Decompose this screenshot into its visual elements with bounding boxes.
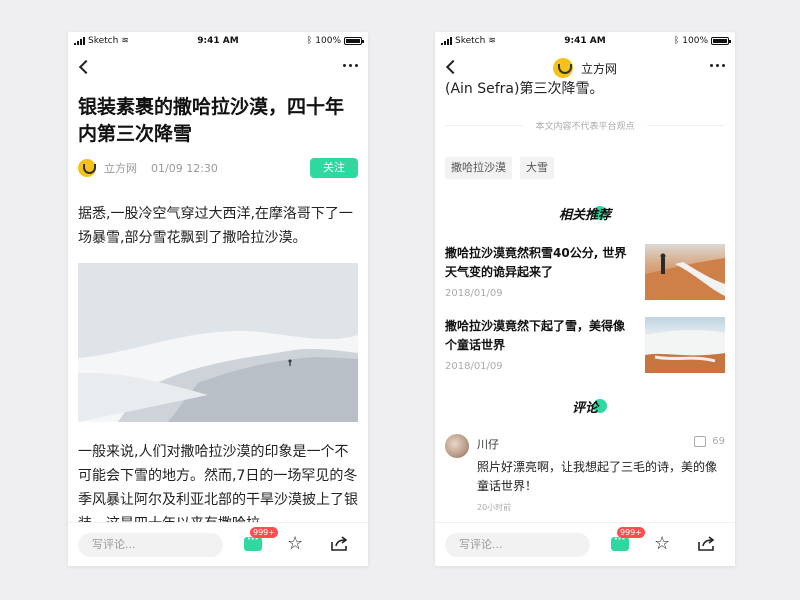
article-meta: 立方网 01/09 12:30 关注 (78, 157, 358, 179)
comment-input[interactable]: 写评论... (445, 533, 590, 557)
disclaimer: 本文内容不代表平台观点 (435, 119, 735, 132)
article-screen: Sketch ≋ 9:41 AM ᛒ 100% 银装素裹的撒哈拉沙漠，四十年内第… (68, 32, 368, 566)
tag-item[interactable]: 撒哈拉沙漠 (445, 157, 512, 179)
article-text-tail: (Ain Sefra)第三次降雪。 (445, 81, 604, 97)
recommend-title: 撒哈拉沙漠竟然积雪40公分, 世界天气变的诡异起来了 (445, 246, 627, 279)
comment-section-title: 评论 (435, 397, 735, 416)
star-icon[interactable]: ☆ (287, 534, 303, 554)
share-icon[interactable] (697, 536, 715, 552)
publish-date: 01/09 12:30 (151, 161, 218, 175)
bluetooth-icon: ᛒ (306, 36, 313, 46)
source-name: 立方网 (104, 162, 137, 175)
article-screen-scrolled: Sketch ≋ 9:41 AM ᛒ 100% 立方网 (Ain Sefra)第… (435, 32, 735, 566)
battery-icon (711, 37, 731, 45)
back-icon[interactable] (78, 58, 94, 76)
comments-icon[interactable] (244, 534, 262, 551)
battery-percent: 100% (315, 36, 341, 46)
recommend-section-title: 相关推荐 (435, 204, 735, 223)
comment-count-badge: 999+ (250, 527, 278, 538)
nav-source[interactable]: 立方网 (435, 58, 735, 78)
recommend-thumbnail (645, 317, 725, 373)
avatar[interactable] (445, 434, 469, 458)
bottom-bar: 写评论... 999+ ☆ (68, 522, 368, 566)
snow-dune-image (78, 263, 358, 422)
comment-section-label: 评论 (571, 401, 598, 416)
star-icon[interactable]: ☆ (654, 534, 670, 554)
source-logo-icon (78, 159, 96, 177)
recommend-item[interactable]: 撒哈拉沙漠竟然下起了雪，美得像个童话世界 2018/01/09 (445, 317, 725, 375)
comment-user[interactable]: 川仔 (477, 436, 499, 452)
comments-icon[interactable] (611, 534, 629, 551)
comment-item: 川仔 69 照片好漂亮啊，让我想起了三毛的诗，美的像童话世界！ 20小时前 (445, 434, 725, 524)
status-bar: Sketch ≋ 9:41 AM ᛒ 100% (68, 32, 368, 52)
comment-input[interactable]: 写评论... (78, 533, 223, 557)
share-icon[interactable] (330, 536, 348, 552)
article-title: 银装素裹的撒哈拉沙漠，四十年内第三次降雪 (78, 96, 345, 145)
article-paragraph: 据悉,一股冷空气穿过大西洋,在摩洛哥下了一场暴雪,部分雪花飘到了撒哈拉沙漠。 (78, 206, 353, 246)
nav-bar (68, 52, 368, 82)
thumbs-up-icon (694, 436, 707, 447)
article-photo (78, 263, 358, 422)
recommend-date: 2018/01/09 (445, 361, 503, 372)
battery-icon (344, 37, 364, 45)
recommend-section-label: 相关推荐 (558, 208, 611, 223)
comment-text: 照片好漂亮啊，让我想起了三毛的诗，美的像童话世界！ (477, 460, 718, 493)
recommend-date: 2018/01/09 (445, 288, 503, 299)
comment-count-badge: 999+ (617, 527, 645, 538)
more-icon[interactable] (343, 64, 358, 67)
recommend-item[interactable]: 撒哈拉沙漠竟然积雪40公分, 世界天气变的诡异起来了 2018/01/09 (445, 244, 725, 302)
nav-bar: 立方网 (435, 52, 735, 82)
source-logo-icon (552, 58, 573, 78)
recommend-title: 撒哈拉沙漠竟然下起了雪，美得像个童话世界 (445, 319, 626, 352)
bluetooth-icon: ᛒ (673, 36, 680, 46)
nav-source-name: 立方网 (580, 61, 617, 76)
more-icon[interactable] (710, 64, 725, 67)
battery-percent: 100% (682, 36, 708, 46)
status-bar: Sketch ≋ 9:41 AM ᛒ 100% (435, 32, 735, 52)
follow-button[interactable]: 关注 (310, 158, 358, 178)
tag-list: 撒哈拉沙漠 大雪 (445, 157, 554, 179)
tag-item[interactable]: 大雪 (520, 157, 554, 179)
recommend-thumbnail (645, 244, 725, 300)
comment-time: 20小时前 (477, 503, 512, 512)
bottom-bar: 写评论... 999+ ☆ (435, 522, 735, 566)
like-count: 69 (712, 436, 725, 447)
like-button[interactable]: 69 (694, 436, 725, 447)
